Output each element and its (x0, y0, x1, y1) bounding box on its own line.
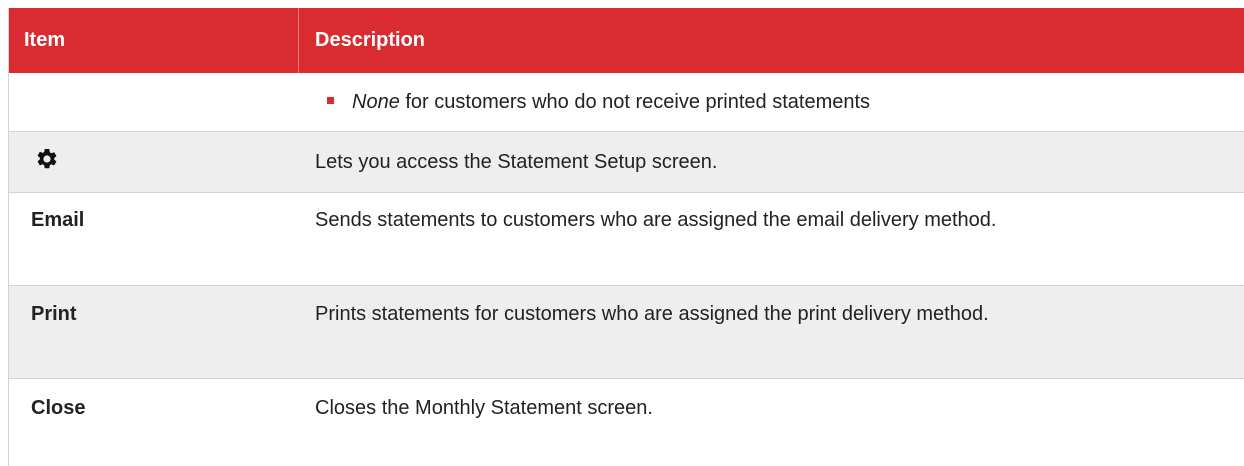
row-description: Prints statements for customers who are … (315, 303, 989, 325)
row-item (9, 73, 299, 131)
row-item: Print (31, 303, 77, 325)
table-row: Lets you access the Statement Setup scre… (9, 132, 1244, 193)
desc-emphasis: None (352, 91, 400, 113)
bullet-icon (327, 97, 334, 104)
table-row: Print Prints statements for customers wh… (9, 286, 1244, 379)
gear-icon (37, 148, 57, 169)
table-row: Email Sends statements to customers who … (9, 193, 1244, 286)
table-row: None for customers who do not receive pr… (9, 73, 1244, 132)
row-description: Closes the Monthly Statement screen. (315, 397, 653, 419)
row-item: Close (31, 397, 86, 419)
item-description-table: Item Description None for customers who … (8, 8, 1244, 466)
row-description: None for customers who do not receive pr… (299, 73, 1244, 131)
desc-text: for customers who do not receive printed… (399, 91, 871, 113)
header-item: Item (9, 8, 299, 73)
row-item (9, 132, 299, 192)
header-description: Description (315, 29, 426, 51)
row-item: Email (31, 209, 85, 231)
row-description: Lets you access the Statement Setup scre… (315, 151, 718, 173)
table-header: Item Description (9, 8, 1244, 73)
table-row: Close Closes the Monthly Statement scree… (9, 379, 1244, 466)
row-description: Sends statements to customers who are as… (315, 209, 997, 231)
